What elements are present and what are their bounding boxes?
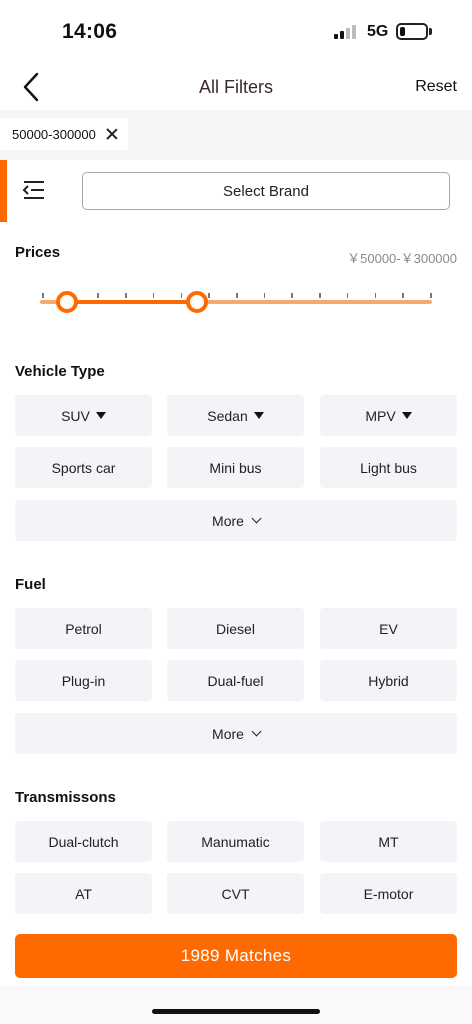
signal-icon — [334, 25, 360, 39]
option-mpv[interactable]: MPV — [320, 395, 457, 436]
option-label: Dual-clutch — [48, 833, 119, 850]
caret-down-icon — [401, 412, 412, 419]
slider-thumb-min[interactable] — [56, 291, 79, 313]
slider-tick — [319, 293, 321, 298]
option-manumatic[interactable]: Manumatic — [167, 821, 304, 862]
option-label: Plug-in — [61, 672, 106, 689]
chevron-down-icon — [251, 513, 262, 524]
option-label: CVT — [221, 885, 250, 902]
option-diesel[interactable]: Diesel — [167, 608, 304, 649]
page-title: All Filters — [198, 77, 273, 97]
caret-down-icon — [95, 412, 106, 419]
status-time: 14:06 — [62, 20, 118, 43]
option-e-motor[interactable]: E-motor — [320, 873, 457, 914]
price-range-label: ￥50000-￥300000 — [347, 251, 457, 266]
section-indicator — [0, 160, 7, 222]
more-label: More — [212, 512, 244, 529]
option-dual-fuel[interactable]: Dual-fuel — [167, 660, 304, 701]
show-matches-button[interactable]: 1989 Matches — [15, 934, 457, 978]
option-sedan[interactable]: Sedan — [167, 395, 304, 436]
battery-icon — [396, 23, 428, 40]
slider-selected-range — [67, 300, 197, 304]
option-label: EV — [379, 620, 398, 637]
status-bar: 14:06 5G — [0, 0, 472, 62]
option-label: SUV — [61, 407, 90, 424]
close-icon[interactable] — [106, 128, 118, 140]
option-label: E-motor — [363, 885, 414, 902]
home-indicator — [152, 1009, 320, 1014]
option-dual-clutch[interactable]: Dual-clutch — [15, 821, 152, 862]
option-label: Petrol — [65, 620, 102, 637]
slider-tick — [374, 293, 377, 298]
transmissions-title: Transmissons — [15, 789, 116, 806]
bottom-safe-area — [0, 986, 472, 1024]
option-cvt[interactable]: CVT — [167, 873, 304, 914]
option-plug-in[interactable]: Plug-in — [15, 660, 152, 701]
more-label: More — [212, 725, 244, 742]
slider-tick — [42, 293, 44, 298]
option-label: MT — [378, 833, 399, 850]
option-label: Manumatic — [201, 833, 270, 850]
option-suv[interactable]: SUV — [15, 395, 152, 436]
option-sports-car[interactable]: Sports car — [15, 447, 152, 488]
slider-tick — [208, 293, 210, 298]
fuel-title: Fuel — [15, 576, 46, 593]
option-hybrid[interactable]: Hybrid — [320, 660, 457, 701]
option-label: Hybrid — [368, 672, 409, 689]
option-mini-bus[interactable]: Mini bus — [167, 447, 304, 488]
battery-cap — [429, 28, 432, 35]
option-at[interactable]: AT — [15, 873, 152, 914]
option-label: MPV — [365, 407, 396, 424]
active-filter-label: 50000-300000 — [12, 126, 96, 142]
option-label: Sports car — [51, 459, 116, 476]
slider-tick — [236, 293, 238, 298]
active-filters-bar: 50000-300000 — [0, 110, 472, 160]
vehicle-type-more-button[interactable]: More — [15, 500, 457, 541]
vehicle-type-title: Vehicle Type — [15, 363, 105, 380]
option-label: Sedan — [207, 407, 248, 424]
option-label: Dual-fuel — [207, 672, 264, 689]
slider-tick — [402, 293, 404, 298]
option-label: Diesel — [216, 620, 255, 637]
active-filter-chip[interactable]: 50000-300000 — [0, 118, 128, 150]
network-label: 5G — [367, 23, 389, 40]
fuel-more-button[interactable]: More — [15, 713, 457, 754]
option-light-bus[interactable]: Light bus — [320, 447, 457, 488]
prices-title: Prices — [15, 244, 61, 261]
option-label: Light bus — [360, 459, 417, 476]
option-ev[interactable]: EV — [320, 608, 457, 649]
select-brand-button[interactable]: Select Brand — [82, 172, 450, 210]
reset-button[interactable]: Reset — [415, 78, 457, 96]
slider-tick — [291, 293, 293, 298]
nav-bar: All Filters Reset — [0, 64, 472, 110]
caret-down-icon — [253, 412, 264, 419]
list-indent-icon[interactable] — [22, 179, 46, 201]
option-label: Mini bus — [209, 459, 262, 476]
option-petrol[interactable]: Petrol — [15, 608, 152, 649]
chevron-down-icon — [251, 726, 262, 737]
slider-tick — [263, 293, 266, 298]
slider-tick — [97, 293, 99, 298]
slider-tick — [346, 293, 349, 298]
option-mt[interactable]: MT — [320, 821, 457, 862]
option-label: AT — [75, 885, 92, 902]
slider-tick — [180, 293, 183, 298]
slider-tick — [430, 293, 432, 298]
price-slider[interactable] — [40, 288, 432, 316]
slider-tick — [152, 293, 155, 298]
slider-thumb-max[interactable] — [185, 291, 208, 313]
slider-tick — [125, 293, 127, 298]
